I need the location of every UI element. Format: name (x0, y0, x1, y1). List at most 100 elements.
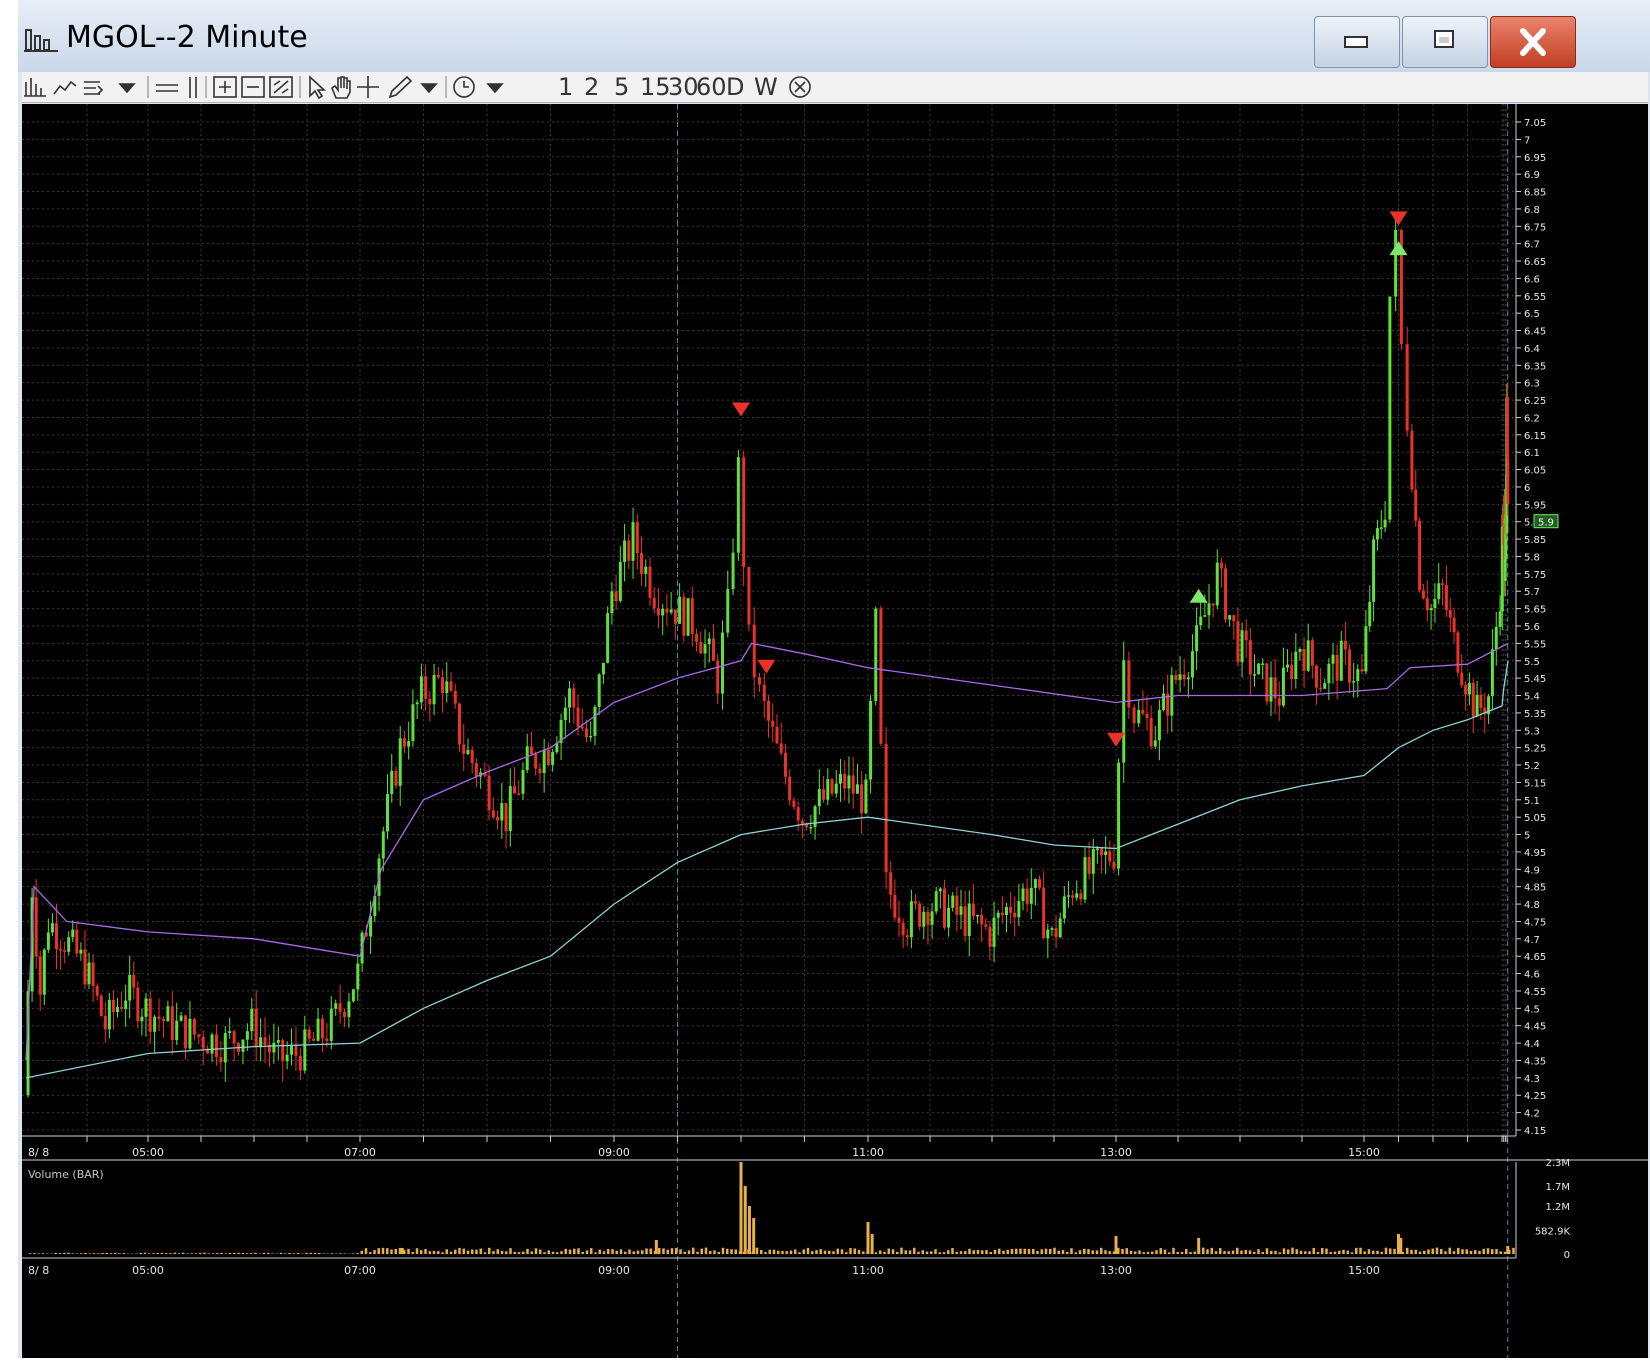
volume-tick-label: 1.7M (1545, 1182, 1570, 1193)
candle-body (874, 609, 877, 701)
candle-body (424, 676, 427, 699)
candle-body (180, 1015, 183, 1020)
volume-bar (764, 1252, 767, 1254)
time-label: 15:00 (1348, 1264, 1380, 1277)
zoom-in-icon[interactable] (214, 77, 236, 97)
candle-body (496, 817, 499, 820)
candle-body (856, 784, 859, 793)
volume-bar (662, 1248, 665, 1254)
zoom-fit-icon[interactable] (270, 77, 292, 97)
volume-bar (208, 1253, 211, 1254)
minimize-button[interactable] (1314, 16, 1400, 68)
candle-body (312, 1039, 315, 1041)
dropdown-icon[interactable] (488, 84, 502, 92)
price-tick-label: 4.5 (1524, 1004, 1540, 1015)
line-chart-icon[interactable] (54, 82, 76, 94)
volume-bar (1504, 1252, 1507, 1254)
period-button-w[interactable]: W (754, 73, 778, 101)
volume-bar (80, 1253, 83, 1254)
volume-bar (577, 1248, 580, 1254)
cursor-icon[interactable] (310, 77, 324, 98)
volume-bar (1325, 1249, 1328, 1254)
volume-tick-label: 582.9K (1535, 1227, 1571, 1238)
indicators-icon[interactable] (84, 82, 102, 94)
period-button-15[interactable]: 15 (640, 73, 671, 101)
candle-body (627, 541, 630, 561)
title-bar[interactable]: MGOL--2 Minute (18, 0, 1650, 72)
candle-body (211, 1034, 214, 1053)
volume-bar (1359, 1248, 1362, 1254)
candle-body (1232, 615, 1235, 621)
candle-body (59, 949, 62, 951)
price-tick-label: 6.55 (1524, 292, 1546, 303)
volume-bar (1007, 1250, 1010, 1254)
volume-bar (769, 1250, 772, 1254)
candle-body (1286, 665, 1289, 668)
close-circle-icon[interactable] (788, 75, 814, 99)
volume-bar (1457, 1248, 1460, 1254)
candle-body (615, 591, 618, 601)
candle-body (1388, 297, 1391, 520)
period-button-5[interactable]: 5 (614, 73, 629, 101)
candle-body (505, 803, 508, 831)
volume-bar (590, 1248, 593, 1254)
candle-body (1464, 685, 1467, 694)
candle-body (79, 950, 82, 954)
zoom-out-icon[interactable] (242, 77, 264, 97)
volume-bar (433, 1251, 436, 1254)
price-tick-label: 6.8 (1524, 205, 1540, 216)
candle-body (1294, 652, 1297, 679)
left-edge (0, 0, 18, 1358)
candle-body (1380, 527, 1383, 529)
candle-body (814, 806, 817, 827)
volume-bar (29, 1253, 32, 1254)
hand-icon[interactable] (332, 77, 350, 98)
maximize-button[interactable] (1402, 16, 1488, 68)
candle-body (1063, 896, 1066, 918)
hline-icon[interactable] (156, 85, 178, 91)
vline-icon[interactable] (190, 77, 196, 98)
volume-bar (314, 1253, 317, 1254)
volume-bar (42, 1253, 45, 1254)
period-button-30[interactable]: 30 (668, 73, 699, 101)
candle-body (382, 831, 385, 858)
volume-bar (1177, 1252, 1180, 1254)
candle-body (299, 1056, 302, 1071)
period-button-d[interactable]: D (726, 73, 744, 101)
volume-bar (947, 1250, 950, 1254)
clock-icon[interactable] (454, 77, 474, 97)
volume-bar (645, 1249, 648, 1254)
close-button[interactable] (1490, 16, 1576, 68)
volume-bar (484, 1252, 487, 1254)
time-label: 15:00 (1348, 1146, 1380, 1159)
candle-body (1253, 674, 1256, 676)
volume-bar (535, 1248, 538, 1254)
candle-body (984, 924, 987, 927)
price-tick-label: 5.75 (1524, 570, 1546, 581)
candle-body (71, 930, 74, 938)
candle-body (1001, 913, 1004, 915)
dropdown-icon[interactable] (422, 84, 436, 92)
candle-body (1499, 611, 1502, 626)
volume-bar (573, 1249, 576, 1254)
candle-body (193, 1019, 196, 1035)
candle-body (1005, 907, 1008, 915)
volume-bar (1355, 1248, 1358, 1254)
volume-bar (1206, 1249, 1209, 1254)
volume-bar (161, 1253, 164, 1254)
volume-bar (178, 1253, 181, 1254)
volume-bar (837, 1249, 840, 1254)
volume-bar (896, 1252, 899, 1254)
price-chart[interactable]: 7.0576.956.96.856.86.756.76.656.66.556.5… (22, 104, 1648, 1358)
price-tick-label: 6.65 (1524, 257, 1546, 268)
price-tick-label: 4.2 (1524, 1109, 1540, 1120)
candle-body (847, 775, 850, 788)
bar-chart-icon[interactable] (24, 78, 46, 96)
period-button-1[interactable]: 1 (558, 73, 573, 101)
crosshair-icon[interactable] (357, 76, 379, 98)
pencil-icon[interactable] (390, 77, 411, 97)
period-button-2[interactable]: 2 (584, 73, 599, 101)
candle-body (264, 1037, 267, 1044)
period-button-60[interactable]: 60 (696, 73, 727, 101)
dropdown-icon[interactable] (120, 84, 134, 92)
